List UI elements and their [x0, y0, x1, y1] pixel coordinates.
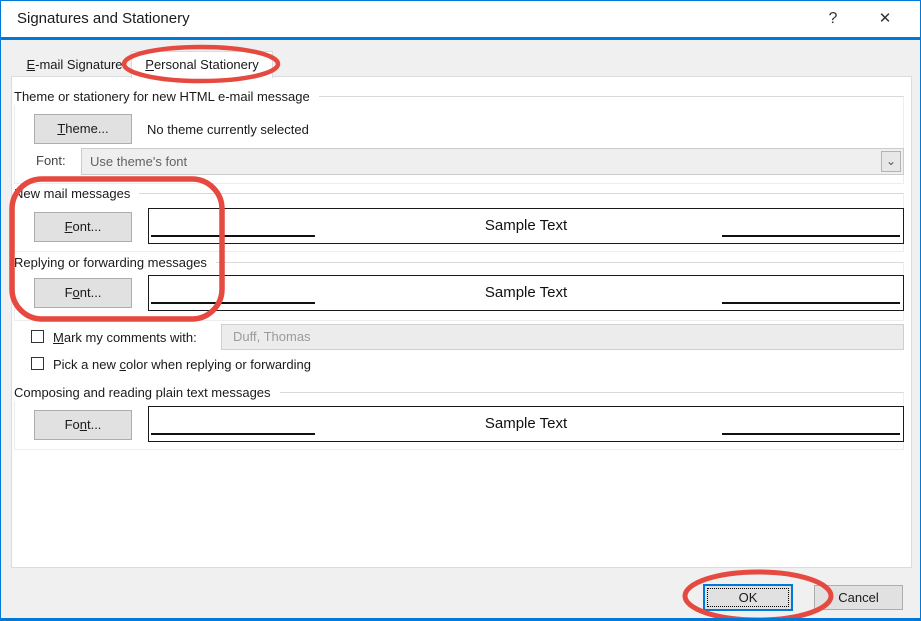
theme-font-value: Use theme's font — [90, 154, 187, 169]
sample-text: Sample Text — [149, 407, 903, 441]
help-icon: ? — [829, 10, 838, 27]
font-button-plain-text[interactable]: Font... — [34, 410, 132, 440]
chevron-down-icon: ⌄ — [881, 151, 901, 172]
pick-color-checkbox[interactable] — [31, 357, 44, 370]
window-title: Signatures and Stationery — [17, 10, 190, 27]
theme-font-dropdown[interactable]: Use theme's font ⌄ — [81, 148, 904, 175]
theme-button[interactable]: Theme... — [34, 114, 132, 144]
mark-comments-label: Mark my comments with: — [53, 330, 197, 346]
new-mail-messages-group: New mail messages Font... Sample Text — [14, 193, 904, 252]
sample-text: Sample Text — [149, 276, 903, 310]
cancel-button[interactable]: Cancel — [814, 585, 903, 610]
help-button[interactable]: ? — [811, 1, 855, 37]
pick-color-label: Pick a new color when replying or forwar… — [53, 357, 311, 373]
mark-comments-checkbox[interactable] — [31, 330, 44, 343]
sample-underline-right — [722, 302, 900, 304]
reply-group-label: Replying or forwarding messages — [14, 254, 216, 271]
plain-text-group-label: Composing and reading plain text message… — [14, 384, 280, 401]
signatures-and-stationery-dialog: Signatures and Stationery ? ✕ E-mail Sig… — [0, 0, 921, 621]
sample-preview-reply: Sample Text — [148, 275, 904, 311]
titlebar-accent-line — [1, 37, 920, 40]
font-button-new-mail[interactable]: Font... — [34, 212, 132, 242]
close-button[interactable]: ✕ — [863, 1, 907, 37]
mark-comments-field[interactable]: Duff, Thomas — [221, 324, 904, 350]
plain-text-group: Composing and reading plain text message… — [14, 392, 904, 450]
titlebar: Signatures and Stationery ? ✕ — [1, 1, 920, 37]
sample-underline-right — [722, 235, 900, 237]
tab-personal-stationery[interactable]: Personal Stationery — [131, 51, 273, 78]
close-icon: ✕ — [879, 10, 892, 27]
new-mail-group-label: New mail messages — [14, 185, 139, 202]
ok-button[interactable]: OK — [703, 584, 793, 611]
sample-underline-right — [722, 433, 900, 435]
font-dropdown-label: Font: — [36, 153, 66, 168]
sample-preview-new-mail: Sample Text — [148, 208, 904, 244]
theme-group-label: Theme or stationery for new HTML e-mail … — [14, 88, 319, 105]
replying-forwarding-group: Replying or forwarding messages Font... … — [14, 262, 904, 321]
theme-group: Theme or stationery for new HTML e-mail … — [14, 96, 904, 184]
theme-status-text: No theme currently selected — [147, 122, 309, 138]
sample-text: Sample Text — [149, 209, 903, 243]
tab-email-signature[interactable]: E-mail Signature — [22, 55, 127, 76]
font-button-reply[interactable]: Font... — [34, 278, 132, 308]
sample-preview-plain-text: Sample Text — [148, 406, 904, 442]
